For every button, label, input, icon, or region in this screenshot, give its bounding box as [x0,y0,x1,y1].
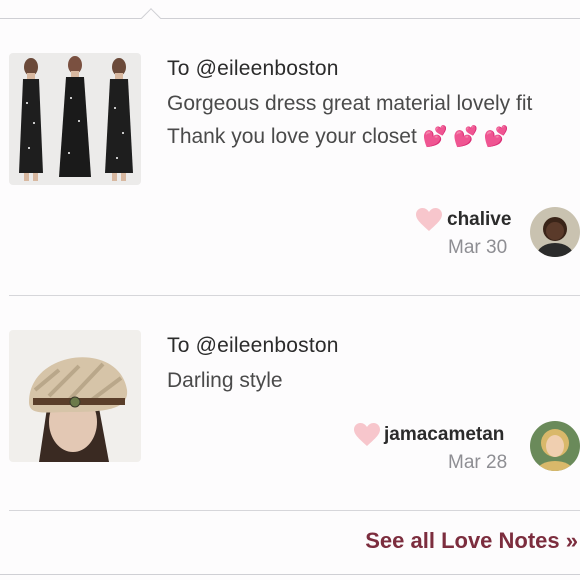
heart-icon [354,423,380,446]
top-divider [0,18,580,19]
note-message: Gorgeous dress great material lovely fit… [167,87,572,154]
note-message: Darling style [167,364,572,397]
author-avatar[interactable] [530,421,580,471]
user-avatar-icon [530,421,580,471]
note-message-text: Darling style [167,369,283,392]
note-date: Mar 30 [448,237,508,258]
knit-hat-photo-icon [9,330,141,462]
note-divider [9,510,580,511]
note-recipient[interactable]: To @eileenboston [167,57,339,81]
note-divider [9,295,580,296]
listing-thumbnail[interactable] [9,53,141,185]
note-author[interactable]: chalive [447,209,511,231]
author-avatar[interactable] [530,207,580,257]
user-avatar-icon [530,207,580,257]
note-recipient[interactable]: To @eileenboston [167,334,339,358]
note-date: Mar 28 [448,452,508,473]
note-author[interactable]: jamacametan [384,424,504,446]
maxi-dress-photo-icon [9,53,141,185]
pink-hearts-emoji: 💕 💕 💕 [422,126,509,148]
see-all-love-notes-link[interactable]: See all Love Notes » [365,528,578,554]
pointer-caret [141,8,161,28]
bottom-divider [0,574,580,575]
listing-thumbnail[interactable] [9,330,141,462]
heart-icon [416,208,442,231]
